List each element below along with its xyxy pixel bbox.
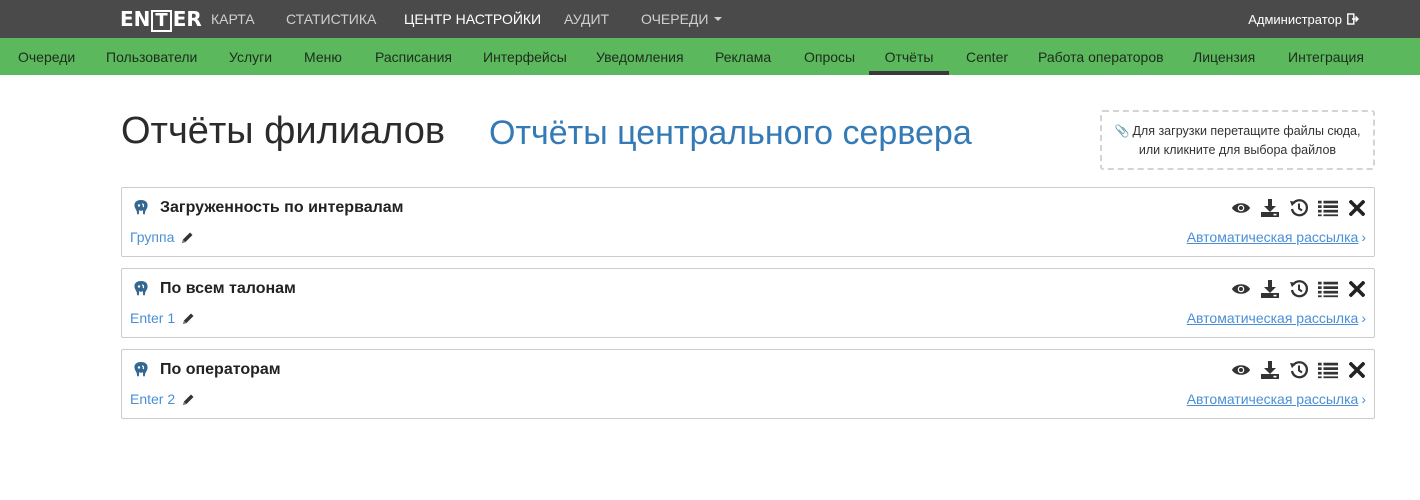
subnav-item-notifications[interactable]: Уведомления bbox=[596, 38, 684, 75]
eye-icon[interactable] bbox=[1231, 360, 1251, 380]
report-group-edit[interactable]: Группа bbox=[130, 229, 194, 245]
chevron-right-icon: › bbox=[1361, 310, 1366, 326]
auto-mailing-label: Автоматическая рассылка bbox=[1186, 310, 1359, 326]
subnav-item-services[interactable]: Услуги bbox=[229, 38, 272, 75]
subnav-item-center[interactable]: Center bbox=[966, 38, 1008, 75]
report-title: Загруженность по интервалам bbox=[160, 199, 404, 216]
list-icon[interactable] bbox=[1318, 360, 1338, 380]
subnav-item-interfaces[interactable]: Интерфейсы bbox=[483, 38, 567, 75]
user-menu[interactable]: Администратор bbox=[1248, 0, 1359, 38]
central-server-reports-link[interactable]: Отчёты центрального сервера bbox=[489, 114, 972, 153]
list-icon[interactable] bbox=[1318, 198, 1338, 218]
topnav-item-settings-center[interactable]: ЦЕНТР НАСТРОЙКИ bbox=[404, 0, 541, 38]
subnav-item-license[interactable]: Лицензия bbox=[1193, 38, 1255, 75]
file-dropzone[interactable]: 📎 Для загрузки перетащите файлы сюда, или… bbox=[1100, 110, 1375, 170]
eye-icon[interactable] bbox=[1231, 198, 1251, 218]
subnav-item-schedules[interactable]: Расписания bbox=[375, 38, 452, 75]
auto-mailing-link[interactable]: Автоматическая рассылка › bbox=[1187, 310, 1366, 326]
subnav-item-queues[interactable]: Очереди bbox=[18, 38, 75, 75]
subnav-item-menu[interactable]: Меню bbox=[304, 38, 342, 75]
report-card: Загруженность по интервалам Группа Автом… bbox=[121, 187, 1375, 257]
report-group-label: Enter 1 bbox=[130, 310, 176, 326]
eye-icon[interactable] bbox=[1231, 279, 1251, 299]
subnav-item-surveys[interactable]: Опросы bbox=[804, 38, 855, 75]
report-actions bbox=[1231, 278, 1367, 300]
delete-icon[interactable] bbox=[1347, 279, 1367, 299]
caret-down-icon bbox=[714, 17, 723, 21]
dropzone-text-1: Для загрузки перетащите файлы сюда, bbox=[1132, 124, 1361, 138]
chevron-right-icon: › bbox=[1361, 229, 1366, 245]
report-title: По операторам bbox=[160, 361, 281, 378]
report-card: По всем талонам Enter 1 Автоматическая р… bbox=[121, 268, 1375, 338]
report-group-label: Группа bbox=[130, 229, 175, 245]
postgresql-icon bbox=[134, 362, 148, 377]
topnav-item-statistics[interactable]: СТАТИСТИКА bbox=[286, 0, 376, 38]
download-icon[interactable] bbox=[1260, 279, 1280, 299]
top-navbar: EN T ER КАРТА СТАТИСТИКА ЦЕНТР НАСТРОЙКИ А… bbox=[0, 0, 1420, 38]
paperclip-icon: 📎 bbox=[1114, 124, 1130, 138]
pencil-icon bbox=[182, 232, 193, 243]
report-title: По всем талонам bbox=[160, 280, 296, 297]
dropzone-line-1: 📎 Для загрузки перетащите файлы сюда, bbox=[1102, 122, 1373, 141]
report-group-edit[interactable]: Enter 2 bbox=[130, 391, 195, 407]
delete-icon[interactable] bbox=[1347, 360, 1367, 380]
postgresql-icon bbox=[134, 281, 148, 296]
history-icon[interactable] bbox=[1289, 279, 1309, 299]
auto-mailing-link[interactable]: Автоматическая рассылка › bbox=[1187, 229, 1366, 245]
subnav-item-users[interactable]: Пользователи bbox=[106, 38, 197, 75]
report-actions bbox=[1231, 197, 1367, 219]
download-icon[interactable] bbox=[1260, 360, 1280, 380]
subnav-item-operators-work[interactable]: Работа операторов bbox=[1038, 38, 1164, 75]
page-title: Отчёты филиалов bbox=[121, 110, 446, 152]
topnav-item-queues-dropdown[interactable]: ОЧЕРЕДИ bbox=[641, 0, 723, 38]
delete-icon[interactable] bbox=[1347, 198, 1367, 218]
subnav-item-reports[interactable]: Отчёты bbox=[869, 38, 949, 75]
topnav-item-audit[interactable]: АУДИТ bbox=[564, 0, 609, 38]
download-icon[interactable] bbox=[1260, 198, 1280, 218]
user-name: Администратор bbox=[1248, 11, 1342, 27]
subnav-item-integration[interactable]: Интеграция bbox=[1288, 38, 1364, 75]
auto-mailing-label: Автоматическая рассылка bbox=[1186, 229, 1359, 245]
pencil-icon bbox=[183, 313, 194, 324]
report-group-edit[interactable]: Enter 1 bbox=[130, 310, 195, 326]
postgresql-icon bbox=[134, 200, 148, 215]
brand-logo[interactable]: EN T ER bbox=[120, 6, 202, 32]
history-icon[interactable] bbox=[1289, 360, 1309, 380]
subnav-item-ads[interactable]: Реклама bbox=[715, 38, 771, 75]
auto-mailing-label: Автоматическая рассылка bbox=[1186, 391, 1359, 407]
report-actions bbox=[1231, 359, 1367, 381]
report-card: По операторам Enter 2 Автоматическая рас… bbox=[121, 349, 1375, 419]
auto-mailing-link[interactable]: Автоматическая рассылка › bbox=[1187, 391, 1366, 407]
logout-icon bbox=[1347, 13, 1359, 25]
pencil-icon bbox=[183, 394, 194, 405]
topnav-queues-label: ОЧЕРЕДИ bbox=[641, 11, 709, 27]
logo-text: EN T ER bbox=[120, 6, 202, 32]
history-icon[interactable] bbox=[1289, 198, 1309, 218]
report-group-label: Enter 2 bbox=[130, 391, 176, 407]
settings-subnav: Очереди Пользователи Услуги Меню Расписа… bbox=[0, 38, 1420, 75]
topnav-item-map[interactable]: КАРТА bbox=[211, 0, 255, 38]
dropzone-text-2: или кликните для выбора файлов bbox=[1138, 143, 1337, 157]
chevron-right-icon: › bbox=[1361, 391, 1366, 407]
list-icon[interactable] bbox=[1318, 279, 1338, 299]
